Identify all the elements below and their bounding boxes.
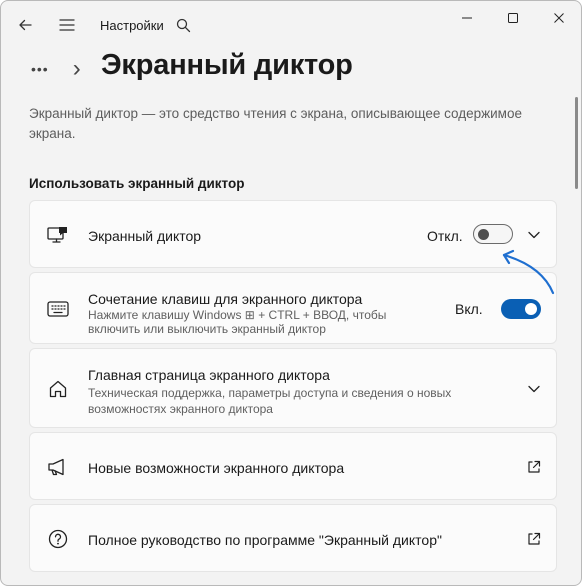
minimize-button[interactable] [444,6,490,30]
breadcrumb-separator: › [72,55,81,82]
narrator-card[interactable]: Экранный диктор Откл. [29,200,557,268]
narrator-home-title: Главная страница экранного диктора [88,367,330,383]
megaphone-icon [47,456,69,478]
shortcut-title: Сочетание клавиш для экранного диктора [88,291,363,307]
minimize-icon [462,17,472,19]
title-bar: Настройки [1,1,581,47]
section-title: Использовать экранный диктор [29,176,245,191]
shortcut-card: Сочетание клавиш для экранного диктора Н… [29,272,557,344]
shortcut-subtitle-line2: включить или выключить экранный диктор [88,322,326,336]
narrator-guide-title: Полное руководство по программе "Экранны… [88,532,442,548]
page-description: Экранный диктор — это средство чтения с … [29,106,522,141]
narrator-state-label: Откл. [427,228,463,244]
narrator-title: Экранный диктор [88,228,202,244]
whats-new-card[interactable]: Новые возможности экранного диктора [29,432,557,500]
toggle-knob [478,228,489,240]
whats-new-title: Новые возможности экранного диктора [88,460,345,476]
hamburger-menu-icon[interactable] [53,11,81,39]
narrator-guide-card[interactable]: Полное руководство по программе "Экранны… [29,504,557,572]
chevron-down-icon[interactable] [524,379,544,399]
chevron-down-icon[interactable] [524,225,544,245]
narrator-home-subtitle-line1: Техническая поддержка, параметры доступа… [88,386,452,400]
narrator-home-subtitle-line2: возможностях экранного диктора [88,402,273,416]
maximize-button[interactable] [490,6,536,30]
back-arrow-icon[interactable] [11,11,39,39]
page-title: Экранный диктор [101,49,353,81]
toggle-knob [525,303,537,315]
help-circle-icon [47,528,69,550]
narrator-monitor-icon [47,224,69,246]
external-link-icon[interactable] [525,458,543,476]
shortcut-toggle[interactable] [501,299,541,319]
narrator-toggle[interactable] [473,224,513,244]
shortcut-state-label: Вкл. [455,301,483,317]
external-link-icon[interactable] [525,530,543,548]
breadcrumb: ••• › [31,49,81,89]
narrator-home-card[interactable]: Главная страница экранного диктора Техни… [29,348,557,428]
app-title: Настройки [100,18,164,33]
home-icon [47,378,69,400]
settings-window: Настройки ••• › Экранный диктор Экранный… [0,0,582,586]
maximize-icon [508,13,518,23]
close-button[interactable] [536,6,581,30]
breadcrumb-more-button[interactable]: ••• [31,61,49,77]
close-icon [554,13,564,23]
keyboard-icon [47,298,69,320]
search-icon[interactable] [169,11,197,39]
scrollbar-thumb[interactable] [575,97,578,189]
